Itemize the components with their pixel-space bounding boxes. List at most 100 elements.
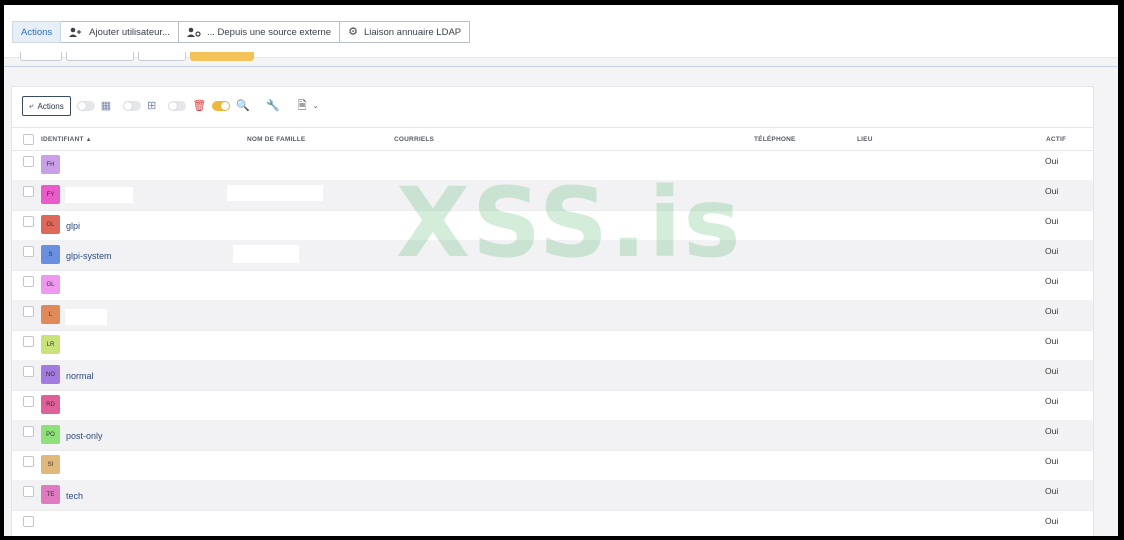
divider	[4, 66, 1118, 67]
avatar: GL	[41, 275, 60, 294]
avatar: NO	[41, 365, 60, 384]
row-checkbox[interactable]	[23, 186, 34, 197]
actif-value: Oui	[1045, 276, 1059, 286]
col-identifiant[interactable]: IDENTIFIANT ▲	[41, 136, 92, 143]
row-checkbox[interactable]	[23, 366, 34, 377]
sort-asc-icon: ▲	[85, 137, 92, 143]
actif-value: Oui	[1045, 186, 1059, 196]
app-frame: Actions Ajouter utilisateur... ... Depui…	[4, 5, 1118, 536]
redacted-block	[227, 185, 323, 201]
avatar: GL	[41, 215, 60, 234]
tab-stub[interactable]	[138, 52, 186, 61]
col-courriels[interactable]: COURRIELS	[394, 136, 434, 143]
massive-actions-button[interactable]: ⤶ Actions	[22, 96, 71, 116]
col-actif[interactable]: ACTIF	[1046, 136, 1066, 143]
row-checkbox[interactable]	[23, 246, 34, 257]
chevron-down-icon[interactable]: ⌄	[313, 103, 319, 110]
col-telephone[interactable]: TÉLÉPHONE	[754, 136, 796, 143]
table-row[interactable]: Oui	[12, 510, 1093, 536]
top-tabs: Actions Ajouter utilisateur... ... Depui…	[12, 21, 471, 43]
avatar: PO	[41, 425, 60, 444]
row-checkbox[interactable]	[23, 306, 34, 317]
avatar: RD	[41, 395, 60, 414]
redacted-block	[65, 309, 107, 325]
actif-value: Oui	[1045, 456, 1059, 466]
table-row[interactable]: PO post-only Oui	[12, 420, 1093, 451]
avatar: LR	[41, 335, 60, 354]
actif-value: Oui	[1045, 216, 1059, 226]
map-icon[interactable]: ▦	[101, 100, 111, 112]
search-icon[interactable]: 🔍	[236, 100, 250, 112]
tab-stub-active[interactable]	[190, 52, 254, 61]
row-checkbox[interactable]	[23, 396, 34, 407]
top-action-bar: Actions Ajouter utilisateur... ... Depui…	[4, 5, 1118, 58]
actif-value: Oui	[1045, 246, 1059, 256]
search-toggle[interactable]	[212, 101, 231, 111]
user-login-link[interactable]: normal	[66, 371, 94, 381]
row-checkbox[interactable]	[23, 216, 34, 227]
actions-label: Actions	[37, 101, 64, 111]
row-checkbox[interactable]	[23, 486, 34, 497]
hidden-tab-stubs	[20, 52, 254, 61]
tree-icon[interactable]: ⊞	[147, 100, 156, 112]
actif-value: Oui	[1045, 306, 1059, 316]
row-checkbox[interactable]	[23, 426, 34, 437]
tab-label: Actions	[21, 26, 53, 38]
select-all-checkbox[interactable]	[23, 134, 34, 145]
export-icon[interactable]: 🗎	[298, 100, 307, 112]
avatar: L	[41, 305, 60, 324]
row-checkbox[interactable]	[23, 156, 34, 167]
row-checkbox[interactable]	[23, 276, 34, 287]
trash-icon[interactable]: 🗑	[192, 100, 206, 112]
row-checkbox[interactable]	[23, 516, 34, 527]
table-row[interactable]: LR Oui	[12, 330, 1093, 361]
actif-value: Oui	[1045, 396, 1059, 406]
table-header: IDENTIFIANT ▲ NOM DE FAMILLE COURRIELS T…	[12, 127, 1093, 151]
external-source-button[interactable]: ... Depuis une source externe	[178, 21, 341, 43]
col-nom[interactable]: NOM DE FAMILLE	[247, 136, 305, 143]
user-login-link[interactable]: glpi	[66, 221, 80, 231]
tab-label: Liaison annuaire LDAP	[363, 26, 462, 38]
user-login-link[interactable]: glpi-system	[66, 251, 112, 261]
redacted-block	[233, 245, 299, 263]
tab-stub[interactable]	[20, 52, 62, 61]
tab-stub[interactable]	[66, 52, 134, 61]
row-checkbox[interactable]	[23, 456, 34, 467]
corner-arrow-icon: ⤶	[29, 101, 34, 110]
gear-icon: ⚙	[348, 25, 358, 38]
tab-label: Ajouter utilisateur...	[89, 26, 170, 38]
list-toolbar: ⤶ Actions ▦ ⊞ 🗑 🔍 🔧 🗎 ⌄	[22, 95, 318, 117]
users-list-panel: ⤶ Actions ▦ ⊞ 🗑 🔍 🔧 🗎 ⌄ IDENTIFIANT ▲ NO…	[11, 86, 1094, 536]
avatar: FY	[41, 185, 60, 204]
row-checkbox[interactable]	[23, 336, 34, 347]
table-row[interactable]: NO normal Oui	[12, 360, 1093, 391]
avatar: SI	[41, 455, 60, 474]
avatar: FH	[41, 155, 60, 174]
table-row[interactable]: SI Oui	[12, 450, 1093, 481]
add-user-button[interactable]: Ajouter utilisateur...	[61, 21, 179, 43]
table-row[interactable]: RD Oui	[12, 390, 1093, 421]
map-toggle[interactable]	[76, 101, 95, 111]
tab-label: ... Depuis une source externe	[206, 26, 332, 38]
watermark: XSS.is	[396, 167, 743, 279]
avatar: TE	[41, 485, 60, 504]
wrench-icon[interactable]: 🔧	[266, 100, 280, 112]
actif-value: Oui	[1045, 486, 1059, 496]
ldap-link-button[interactable]: ⚙ Liaison annuaire LDAP	[340, 21, 471, 43]
tree-toggle[interactable]	[123, 101, 142, 111]
table-row[interactable]: L Oui	[12, 300, 1093, 331]
user-login-link[interactable]: tech	[66, 491, 83, 501]
redacted-block	[65, 187, 133, 203]
col-lieu[interactable]: LIEU	[857, 136, 873, 143]
user-cog-icon	[186, 27, 201, 37]
actif-value: Oui	[1045, 336, 1059, 346]
table-row[interactable]: TE tech Oui	[12, 480, 1093, 511]
col-label: IDENTIFIANT	[41, 136, 84, 143]
actif-value: Oui	[1045, 516, 1059, 526]
actif-value: Oui	[1045, 426, 1059, 436]
tab-actions[interactable]: Actions	[12, 21, 62, 43]
trash-toggle[interactable]	[168, 101, 187, 111]
actif-value: Oui	[1045, 366, 1059, 376]
user-plus-icon	[69, 27, 82, 37]
user-login-link[interactable]: post-only	[66, 431, 103, 441]
